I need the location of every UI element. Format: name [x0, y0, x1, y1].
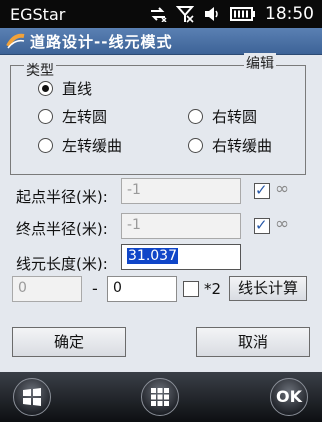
start-radius-input[interactable]: -1: [121, 178, 241, 204]
start-button[interactable]: [13, 378, 51, 416]
length-value: 31.037: [127, 248, 178, 264]
page-title: 道路设计--线元模式: [30, 33, 173, 51]
cancel-button[interactable]: 取消: [196, 327, 310, 357]
radio-right-circle[interactable]: 右转圆: [188, 106, 257, 127]
infinity-symbol: ∞: [275, 214, 290, 234]
speaker-icon: [205, 7, 218, 21]
radio-left-spiral[interactable]: 左转缓曲: [38, 135, 122, 156]
radio-circle: [38, 109, 53, 124]
from-input[interactable]: 0: [12, 276, 82, 302]
status-bar: EGStar 18:50: [0, 0, 322, 28]
radio-label: 左转缓曲: [62, 137, 123, 155]
infinity-symbol: ∞: [275, 179, 290, 199]
softkey-bar: OK: [0, 372, 322, 422]
end-radius-infinity-checkbox[interactable]: [254, 216, 270, 234]
ok-button[interactable]: 确定: [12, 327, 126, 357]
dialog-body: 类型 编辑 直线 左转圆 右转圆 左转缓曲 右转缓曲 起点半径(米): -1 ∞…: [0, 53, 322, 372]
sync-arrows-icon: [151, 7, 167, 22]
radio-left-circle[interactable]: 左转圆: [38, 106, 107, 127]
edit-label[interactable]: 编辑: [244, 53, 276, 73]
status-icons: 18:50: [149, 4, 314, 24]
length-input[interactable]: 31.037: [121, 244, 241, 270]
keyboard-grid-icon: [151, 388, 169, 406]
times2-label: *2: [204, 280, 222, 298]
start-radius-infinity-checkbox[interactable]: [254, 181, 270, 199]
no-signal-icon: [176, 6, 194, 23]
battery-icon: [230, 7, 255, 21]
radio-circle: [38, 81, 53, 96]
radio-circle: [188, 109, 203, 124]
ok-softkey[interactable]: OK: [270, 378, 308, 416]
radio-circle: [188, 138, 203, 153]
radio-label: 右转缓曲: [212, 137, 273, 155]
keyboard-button[interactable]: [141, 378, 179, 416]
end-radius-label: 终点半径(米):: [16, 220, 108, 238]
type-legend: 类型: [24, 60, 56, 80]
start-radius-label: 起点半径(米):: [16, 188, 108, 206]
range-separator: -: [92, 279, 98, 298]
device-screen: EGStar 18:50 道路设计--线元模式 类型 编辑 直线 左转圆 右转圆…: [0, 0, 322, 422]
radio-label: 右转圆: [212, 108, 258, 126]
radio-label: 左转圆: [62, 108, 108, 126]
road-logo-icon: [6, 33, 25, 49]
windows-start-icon: [23, 388, 41, 406]
end-radius-input[interactable]: -1: [121, 213, 241, 239]
title-bar: 道路设计--线元模式: [0, 28, 322, 55]
radio-label: 直线: [62, 80, 93, 98]
radio-straight[interactable]: 直线: [38, 78, 92, 99]
app-name: EGStar: [10, 5, 66, 24]
radio-circle: [38, 138, 53, 153]
radio-right-spiral[interactable]: 右转缓曲: [188, 135, 272, 156]
to-input[interactable]: 0: [107, 276, 177, 302]
times2-checkbox[interactable]: [183, 281, 199, 297]
calc-length-button[interactable]: 线长计算: [229, 276, 307, 301]
clock: 18:50: [265, 4, 314, 24]
length-label: 线元长度(米):: [16, 255, 108, 273]
